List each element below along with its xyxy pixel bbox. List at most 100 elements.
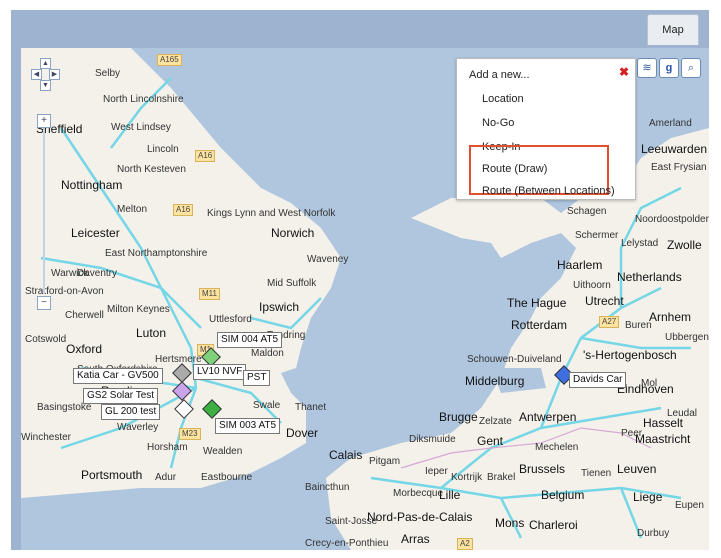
town-label: Schermer [575, 230, 619, 241]
city-charleroi: Charleroi [529, 518, 578, 532]
city-antwerpen: Antwerpen [519, 410, 577, 424]
town-label: Melton [117, 204, 148, 215]
city-maastricht: Maastricht [635, 432, 691, 446]
city-liege: Liege [633, 490, 663, 504]
vehicle-label[interactable]: SIM 003 AT5 [215, 418, 281, 434]
town-label: Mechelen [535, 442, 579, 453]
zoom-control[interactable]: + − [37, 114, 51, 310]
town-label: West Lindsey [111, 122, 171, 133]
town-label: Schouwen-Duiveland [467, 354, 562, 365]
town-label: Schagen [567, 206, 607, 217]
pan-control[interactable]: ▲ ◀ ▶ ▼ [31, 58, 60, 92]
town-label: Zelzate [479, 416, 512, 427]
vehicle-label[interactable]: GS2 Solar Test [83, 388, 159, 404]
city-leicester: Leicester [71, 226, 120, 240]
city-calais: Calais [329, 448, 363, 462]
city-ipswich: Ipswich [259, 300, 300, 314]
city-dover: Dover [286, 426, 319, 440]
town-label: Milton Keynes [107, 304, 170, 315]
google-icon[interactable]: g [659, 58, 679, 78]
city-arras: Arras [401, 532, 430, 546]
town-label: Kings Lynn and West Norfolk [207, 208, 336, 219]
menu-item-route-between-locations[interactable]: Route (Between Locations) [482, 185, 615, 197]
pan-left-icon[interactable]: ◀ [31, 69, 42, 80]
town-label: Cotswold [25, 334, 67, 345]
town-label: Eastbourne [201, 472, 253, 483]
city-brussels: Brussels [519, 462, 566, 476]
town-label: Noordoostpolder [635, 214, 709, 225]
city-s-hertogenbosch: 's-Hertogenbosch [583, 348, 677, 362]
town-label: Waverley [117, 422, 159, 433]
town-label: Mol [641, 378, 658, 389]
search-icon[interactable]: ⌕ [681, 58, 701, 78]
vehicle-label[interactable]: GL 200 test [101, 404, 161, 420]
zoom-slider-track[interactable] [43, 128, 45, 294]
road-shield: A2 [457, 538, 473, 550]
vehicle-label[interactable]: Davids Car [569, 372, 627, 388]
tab-map[interactable]: Map [647, 14, 699, 45]
city-leuven: Leuven [617, 462, 657, 476]
town-label: Brakel [487, 472, 516, 483]
vehicle-label[interactable]: LV10 NVF [193, 364, 247, 380]
town-label: Diksmuide [409, 434, 456, 445]
town-label: North Kesteven [117, 164, 186, 175]
town-label: Kortrijk [451, 472, 483, 483]
city-zwolle: Zwolle [667, 238, 702, 252]
town-label: Uttlesford [209, 314, 252, 325]
city-nottingham: Nottingham [61, 178, 123, 192]
town-label: Mid Suffolk [267, 278, 317, 289]
city-utrecht: Utrecht [585, 294, 624, 308]
town-label: Swale [253, 400, 281, 411]
vehicle-label[interactable]: SIM 004 AT5 [217, 332, 283, 348]
town-label: Selby [95, 68, 121, 79]
road-shield: A165 [157, 54, 182, 66]
layers-icon[interactable]: ≋ [637, 58, 657, 78]
pan-down-icon[interactable]: ▼ [40, 80, 51, 91]
city-nord-pas-de-calais: Nord-Pas-de-Calais [367, 510, 473, 524]
close-icon[interactable]: ✖ [619, 65, 629, 79]
road-shield: A16 [173, 204, 194, 216]
app-frame: Map Sheffield Nottingham Leicester Norwi… [11, 10, 709, 550]
vehicle-label[interactable]: PST [243, 370, 271, 386]
vehicle-label[interactable]: Katia Car - GV500 [73, 368, 163, 384]
town-label: Buren [625, 320, 652, 331]
town-label: Ieper [425, 466, 448, 477]
city-mons: Mons [495, 516, 525, 530]
menu-title: Add a new... [469, 69, 530, 81]
menu-item-no-go[interactable]: No-Go [482, 117, 514, 129]
city-haarlem: Haarlem [557, 258, 603, 272]
city-the-hague: The Hague [507, 296, 567, 310]
town-label: Pitgam [369, 456, 401, 467]
town-label: Uithoorn [573, 280, 611, 291]
city-rotterdam: Rotterdam [511, 318, 568, 332]
menu-item-location[interactable]: Location [482, 93, 524, 105]
zoom-out-icon[interactable]: − [37, 296, 51, 310]
road-shield: M23 [179, 428, 201, 440]
map-panel: Sheffield Nottingham Leicester Norwich I… [21, 48, 709, 550]
road-shield: A27 [599, 316, 620, 328]
town-label: Maldon [251, 348, 284, 359]
city-brugge: Brugge [439, 410, 478, 424]
pan-up-icon[interactable]: ▲ [40, 58, 51, 69]
town-label: North Lincolnshire [103, 94, 184, 105]
city-leeuwarden: Leeuwarden [641, 142, 708, 156]
town-label: Saint-Josse [325, 516, 378, 527]
town-label: Baincthun [305, 482, 350, 493]
town-label: Eupen [675, 500, 704, 511]
town-label: Waveney [307, 254, 349, 265]
road-shield: M11 [199, 288, 220, 300]
city-portsmouth: Portsmouth [81, 468, 143, 482]
map-canvas[interactable]: Sheffield Nottingham Leicester Norwich I… [21, 48, 709, 550]
town-label: Tienen [581, 468, 612, 479]
city-middelburg: Middelburg [465, 374, 525, 388]
city-norwich: Norwich [271, 226, 315, 240]
town-label: Horsham [147, 442, 188, 453]
town-label: Amerland [649, 118, 692, 129]
town-label: Adur [155, 472, 177, 483]
zoom-in-icon[interactable]: + [37, 114, 51, 128]
menu-item-route-draw[interactable]: Route (Draw) [482, 163, 547, 175]
city-luton: Luton [136, 326, 167, 340]
town-label: Lincoln [147, 144, 179, 155]
town-label: Thanet [295, 402, 327, 413]
pan-right-icon[interactable]: ▶ [49, 69, 60, 80]
